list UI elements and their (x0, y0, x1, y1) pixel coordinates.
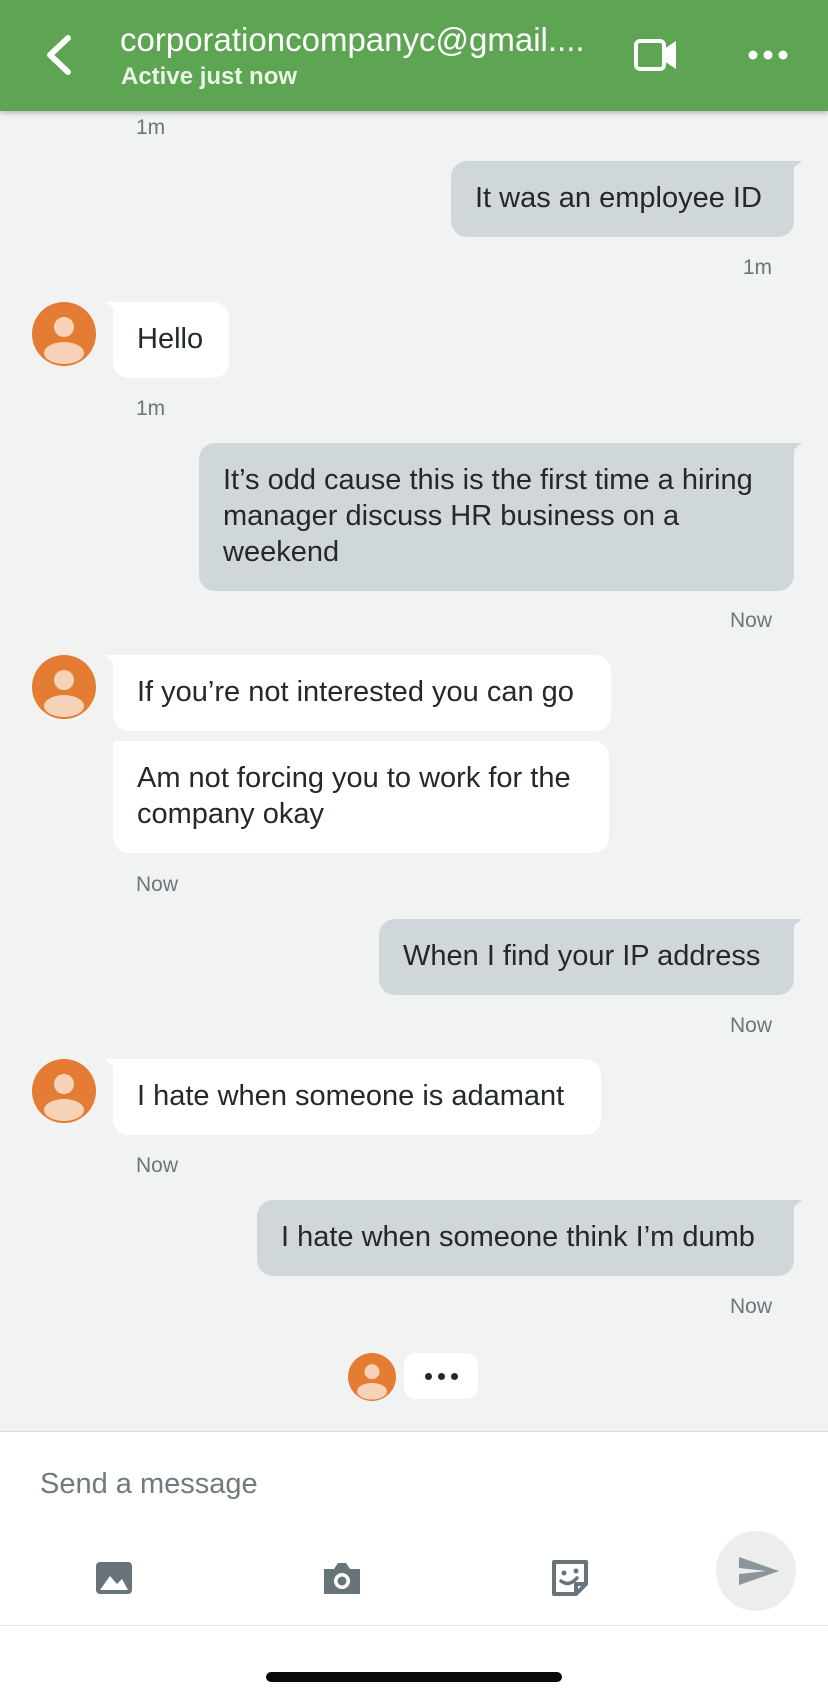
message-text-line: manager discuss HR business on a (223, 500, 680, 532)
message-composer (0, 1431, 828, 1696)
typing-indicator (404, 1353, 478, 1399)
message-bubble-outgoing[interactable]: It’s odd cause this is the first time a … (199, 443, 802, 591)
image-icon (96, 1562, 132, 1594)
chat-header: corporationcompanyc@gmail.... Active jus… (0, 0, 828, 111)
avatar (32, 1059, 96, 1123)
sticker-icon (552, 1560, 588, 1596)
message-timestamp: 1m (742, 256, 772, 279)
message-timestamp: Now (729, 609, 772, 632)
message-timestamp: Now (729, 1295, 772, 1318)
message-text-line: Am not forcing you to work for the (137, 762, 571, 794)
send-icon (739, 1557, 779, 1585)
home-indicator[interactable] (266, 1672, 562, 1682)
composer-divider (0, 1625, 828, 1626)
message-text-line: company okay (137, 798, 324, 830)
message-timestamp: 1m (136, 397, 166, 420)
message-text: If you’re not interested you can go (137, 676, 574, 708)
message-text: Hello (137, 323, 204, 355)
contact-status: Active just now (121, 63, 298, 90)
message-bubble-incoming[interactable]: Hello (105, 302, 229, 378)
message-bubble-incoming[interactable]: Am not forcing you to work for the compa… (113, 741, 609, 853)
more-options-button[interactable] (744, 40, 792, 70)
message-bubble-outgoing[interactable]: I hate when someone think I’m dumb (257, 1200, 802, 1276)
avatar (32, 655, 96, 719)
message-timestamp: 1m (136, 116, 166, 139)
typing-dots-icon (437, 1372, 445, 1380)
send-button[interactable] (716, 1531, 796, 1611)
camera-button[interactable] (320, 1556, 364, 1600)
chevron-left-icon (47, 35, 71, 75)
typing-dots-icon (424, 1372, 432, 1380)
typing-dots-icon (450, 1372, 458, 1380)
message-bubble-outgoing[interactable]: When I find your IP address (379, 919, 802, 995)
message-text: I hate when someone think I’m dumb (281, 1221, 755, 1253)
avatar (348, 1353, 396, 1401)
message-bubble-outgoing[interactable]: It was an employee ID (451, 161, 802, 237)
message-input[interactable] (40, 1456, 740, 1512)
avatar (32, 302, 96, 366)
message-text: I hate when someone is adamant (137, 1080, 565, 1112)
message-text-line: It’s odd cause this is the first time a … (223, 464, 753, 496)
message-bubble-incoming[interactable]: If you’re not interested you can go (105, 655, 611, 731)
contact-name: corporationcompanyc@gmail.... (120, 21, 585, 58)
message-timestamp: Now (136, 873, 179, 896)
message-text: When I find your IP address (403, 940, 761, 972)
attach-image-button[interactable] (92, 1556, 136, 1600)
message-bubble-incoming[interactable]: I hate when someone is adamant (105, 1059, 601, 1135)
video-camera-icon (634, 39, 676, 71)
message-timestamp: Now (136, 1154, 179, 1177)
message-timestamp: Now (729, 1014, 772, 1037)
sticker-button[interactable] (548, 1556, 592, 1600)
back-button[interactable] (38, 30, 82, 80)
message-text-line: weekend (223, 536, 340, 568)
video-call-button[interactable] (632, 35, 680, 75)
message-list[interactable]: 1m It was an employee ID 1m Hello 1m It’… (0, 111, 828, 1431)
camera-icon (324, 1563, 360, 1594)
more-horizontal-icon (748, 50, 788, 60)
message-text: It was an employee ID (475, 182, 762, 214)
